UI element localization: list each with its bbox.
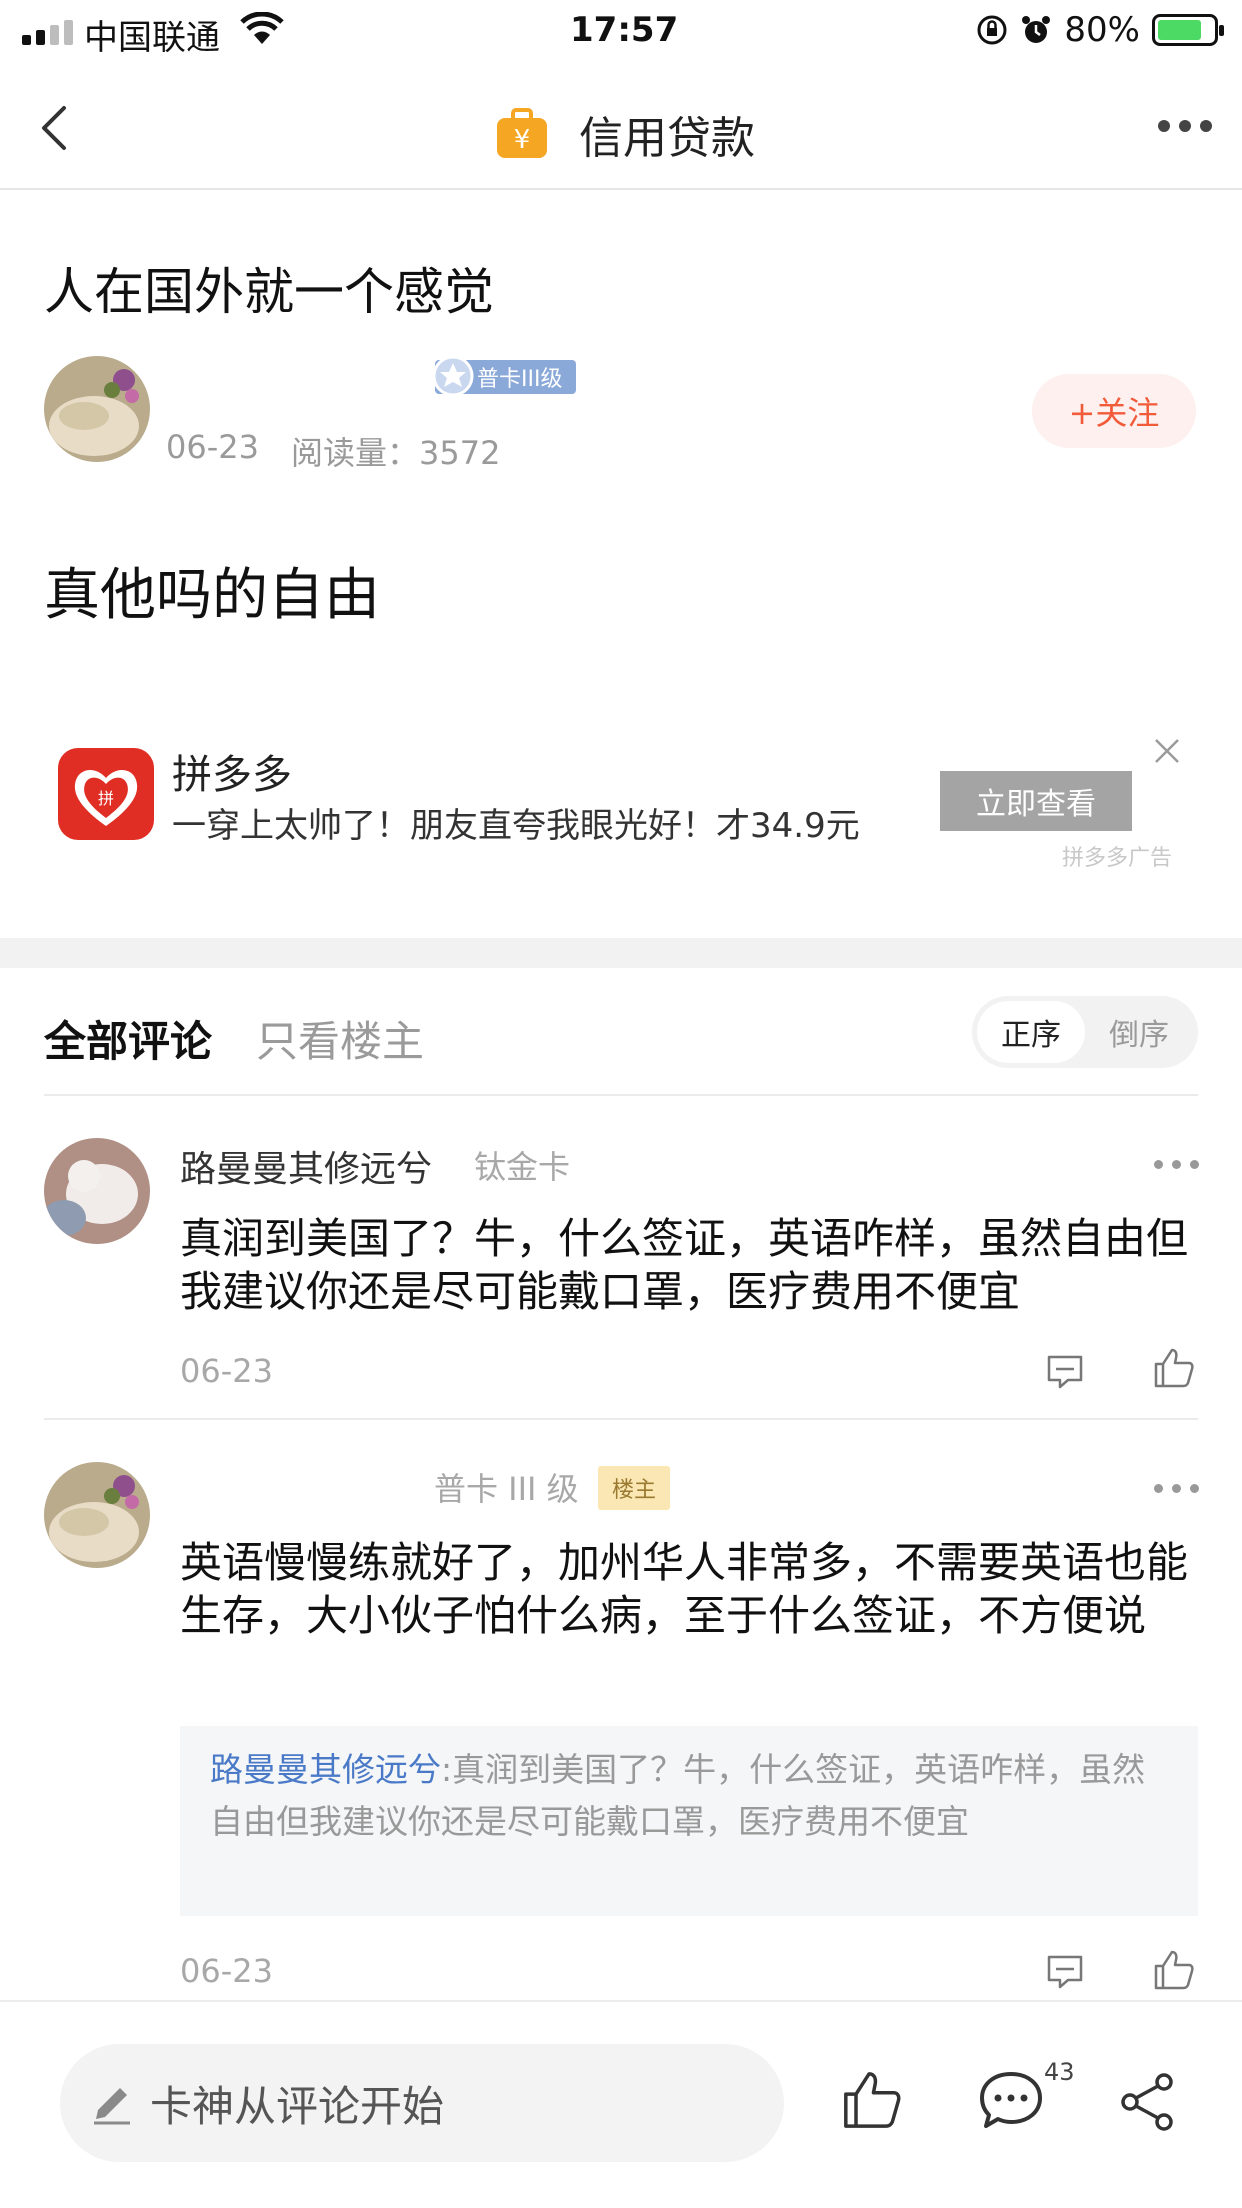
comment-icon[interactable] xyxy=(978,2068,1044,2132)
ad-view-button[interactable]: 立即查看 xyxy=(940,771,1132,831)
clock: 17:57 xyxy=(570,10,679,50)
post-body: 真他吗的自由 xyxy=(44,563,380,628)
more-dots-icon[interactable] xyxy=(1158,120,1212,132)
commenter-level: 普卡 III 级 xyxy=(434,1470,579,1508)
svg-text:¥: ¥ xyxy=(514,125,531,155)
like-icon[interactable] xyxy=(1152,1948,1196,1992)
quoted-author[interactable]: 路曼曼其修远兮 xyxy=(210,1750,441,1789)
level-badge: 普卡III级 xyxy=(432,355,577,397)
comment-date: 06-23 xyxy=(180,1352,273,1390)
reply-icon[interactable] xyxy=(1046,1954,1084,1990)
wifi-icon xyxy=(240,12,284,44)
like-icon[interactable] xyxy=(840,2068,904,2132)
post-title: 人在国外就一个感觉 xyxy=(44,263,494,321)
tabs-divider xyxy=(44,1094,1198,1096)
tab-all-comments[interactable]: 全部评论 xyxy=(44,1008,212,1069)
level-badge-label: 普卡III级 xyxy=(477,367,563,392)
sort-ascending-button[interactable]: 正序 xyxy=(977,1001,1085,1063)
alarm-icon xyxy=(1022,16,1051,43)
close-icon[interactable] xyxy=(1154,738,1180,764)
orientation-lock-icon xyxy=(977,15,1007,45)
reply-icon[interactable] xyxy=(1046,1354,1084,1390)
ad-description[interactable]: 一穿上太帅了！朋友直夸我眼光好！才34.9元 xyxy=(172,798,860,847)
money-bag-icon: ¥ xyxy=(497,108,547,158)
comment-count: 43 xyxy=(1044,2058,1075,2086)
author-avatar[interactable] xyxy=(44,356,150,462)
sort-descending-button[interactable]: 倒序 xyxy=(1085,1001,1193,1063)
comment-text: 真润到美国了？牛，什么签证，英语咋样，虽然自由但我建议你还是尽可能戴口罩，医疗费… xyxy=(180,1214,1189,1316)
commenter-avatar[interactable] xyxy=(44,1462,150,1568)
sort-toggle: 正序 倒序 xyxy=(972,996,1198,1068)
share-icon[interactable] xyxy=(1120,2072,1176,2132)
comment-date: 06-23 xyxy=(180,1952,273,1990)
read-count: 阅读量：3572 xyxy=(290,434,501,472)
comment-input[interactable]: 卡神从评论开始 xyxy=(60,2044,784,2162)
section-divider xyxy=(0,938,1242,968)
ad-source-label: 拼多多广告 xyxy=(1062,846,1173,871)
pencil-icon xyxy=(94,2088,130,2125)
commenter-name[interactable]: 路曼曼其修远兮 xyxy=(180,1140,432,1192)
comment-text: 英语慢慢练就好了，加州华人非常多，不需要英语也能生存，大小伙子怕什么病，至于什么… xyxy=(180,1538,1189,1640)
comment-more-icon[interactable] xyxy=(1154,1484,1199,1493)
post-date: 06-23 xyxy=(166,428,259,466)
ad-name: 拼多多 xyxy=(172,752,292,798)
signal-icon xyxy=(22,20,73,45)
comment-divider xyxy=(44,1418,1198,1420)
svg-text:拼: 拼 xyxy=(98,789,114,808)
chevron-left-icon[interactable] xyxy=(40,104,68,152)
post-meta: 06-23 阅读量：3572 xyxy=(166,428,500,474)
quoted-comment[interactable]: 路曼曼其修远兮:真润到美国了？牛，什么签证，英语咋样，虽然自由但我建议你还是尽可… xyxy=(180,1726,1198,1916)
pinduoduo-logo-icon[interactable]: 拼 xyxy=(58,748,154,840)
status-bar: 中国联通 17:57 80% xyxy=(0,0,1242,62)
carrier-name: 中国联通 xyxy=(84,18,220,58)
battery-percent: 80% xyxy=(1064,10,1140,50)
page-title: 信用贷款 xyxy=(579,113,755,164)
tab-owner-only[interactable]: 只看楼主 xyxy=(256,1008,424,1069)
comment-input-placeholder: 卡神从评论开始 xyxy=(150,2081,445,2131)
comment-more-icon[interactable] xyxy=(1154,1160,1199,1169)
commenter-avatar[interactable] xyxy=(44,1138,150,1244)
follow-button[interactable]: +关注 xyxy=(1032,374,1196,448)
bottom-bar: 卡神从评论开始 43 xyxy=(0,2000,1242,2208)
nav-bar: ¥ 信用贷款 xyxy=(0,62,1242,190)
commenter-level: 钛金卡 xyxy=(474,1148,571,1186)
owner-tag: 楼主 xyxy=(598,1466,671,1510)
battery-icon xyxy=(1152,14,1224,46)
like-icon[interactable] xyxy=(1152,1346,1196,1390)
badge-star-icon xyxy=(432,355,474,397)
